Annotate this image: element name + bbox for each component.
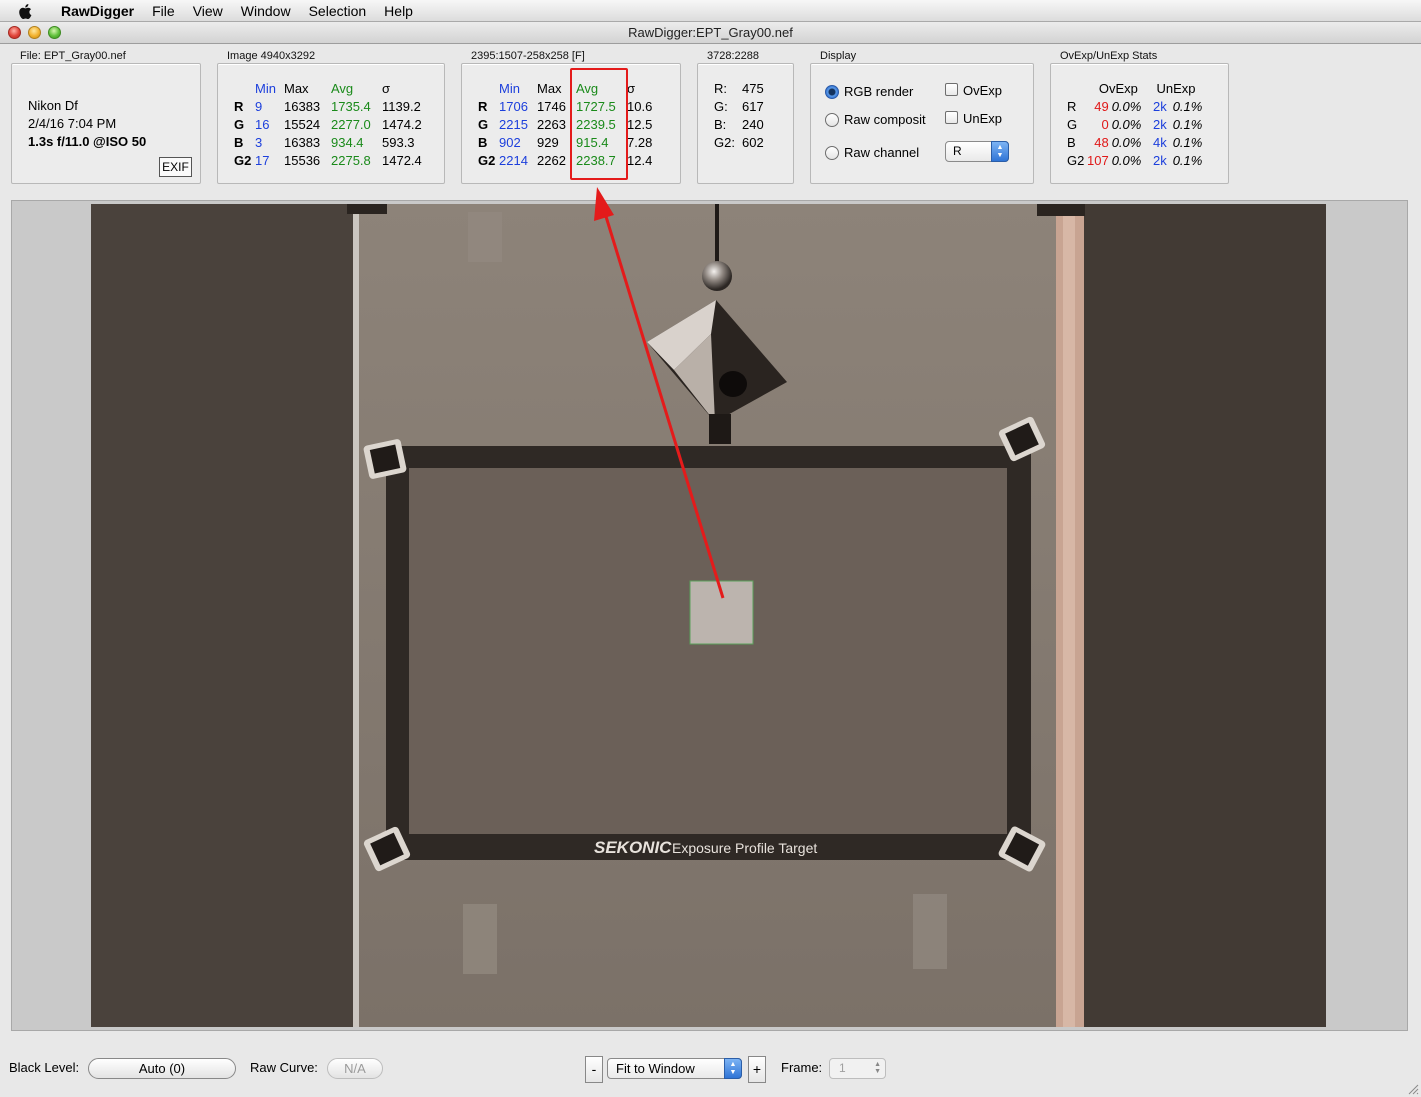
zoom-in-button[interactable]: +: [748, 1056, 766, 1083]
stepper-arrows-icon: ▲ ▼: [874, 1061, 881, 1075]
resize-grip-icon[interactable]: [1407, 1083, 1419, 1095]
raw-curve-button[interactable]: N/A: [327, 1058, 383, 1079]
annotation-arrow: [594, 187, 725, 599]
zoom-out-button[interactable]: -: [585, 1056, 603, 1083]
zoom-select[interactable]: Fit to Window ▲ ▼: [607, 1058, 742, 1079]
frame-label: Frame:: [781, 1060, 823, 1075]
frame-stepper[interactable]: 1 ▲ ▼: [829, 1058, 886, 1079]
frame-value: 1: [839, 1061, 846, 1075]
zoom-select-value: Fit to Window: [616, 1061, 695, 1076]
black-level-button[interactable]: Auto (0): [88, 1058, 236, 1079]
chevron-updown-icon: ▲ ▼: [724, 1058, 742, 1079]
black-level-label: Black Level:: [9, 1060, 80, 1075]
raw-curve-label: Raw Curve:: [250, 1060, 318, 1075]
